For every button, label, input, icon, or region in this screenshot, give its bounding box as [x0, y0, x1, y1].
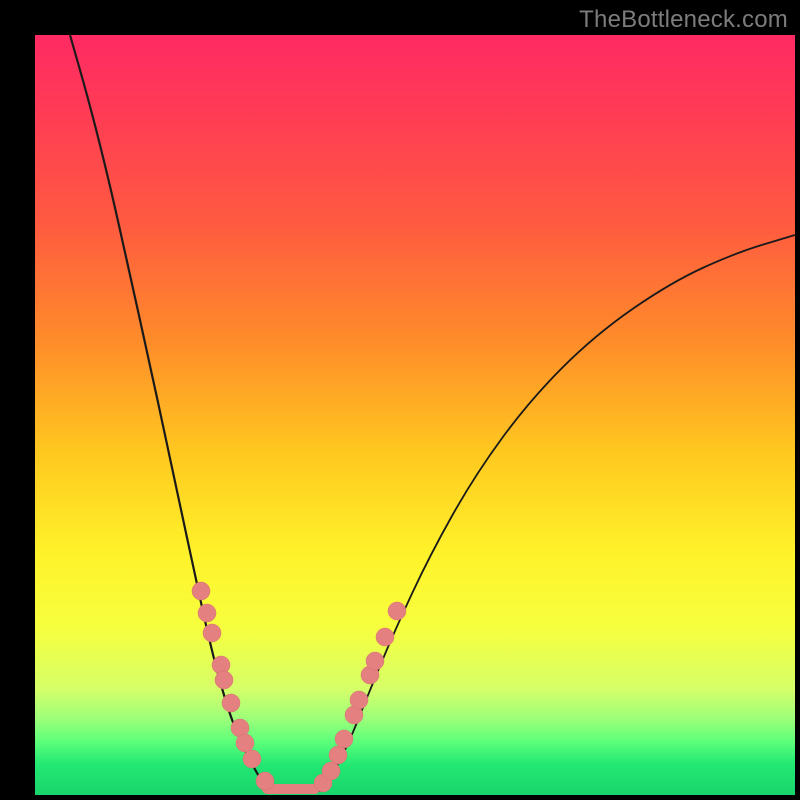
plot-area — [35, 35, 795, 795]
markers-group — [192, 582, 406, 792]
data-marker — [192, 582, 210, 600]
data-marker — [203, 624, 221, 642]
data-marker — [322, 762, 340, 780]
data-marker — [350, 691, 368, 709]
data-marker — [376, 628, 394, 646]
data-marker — [388, 602, 406, 620]
right-branch-curve — [325, 235, 795, 785]
chart-frame: TheBottleneck.com — [0, 0, 800, 800]
left-branch-curve — [70, 35, 265, 785]
data-marker — [222, 694, 240, 712]
data-marker — [335, 730, 353, 748]
data-marker — [243, 750, 261, 768]
data-marker — [215, 671, 233, 689]
watermark-text: TheBottleneck.com — [579, 6, 788, 34]
data-marker — [366, 652, 384, 670]
data-marker — [256, 772, 274, 790]
curve-svg — [35, 35, 795, 795]
data-marker — [236, 734, 254, 752]
data-marker — [198, 604, 216, 622]
data-marker — [329, 746, 347, 764]
